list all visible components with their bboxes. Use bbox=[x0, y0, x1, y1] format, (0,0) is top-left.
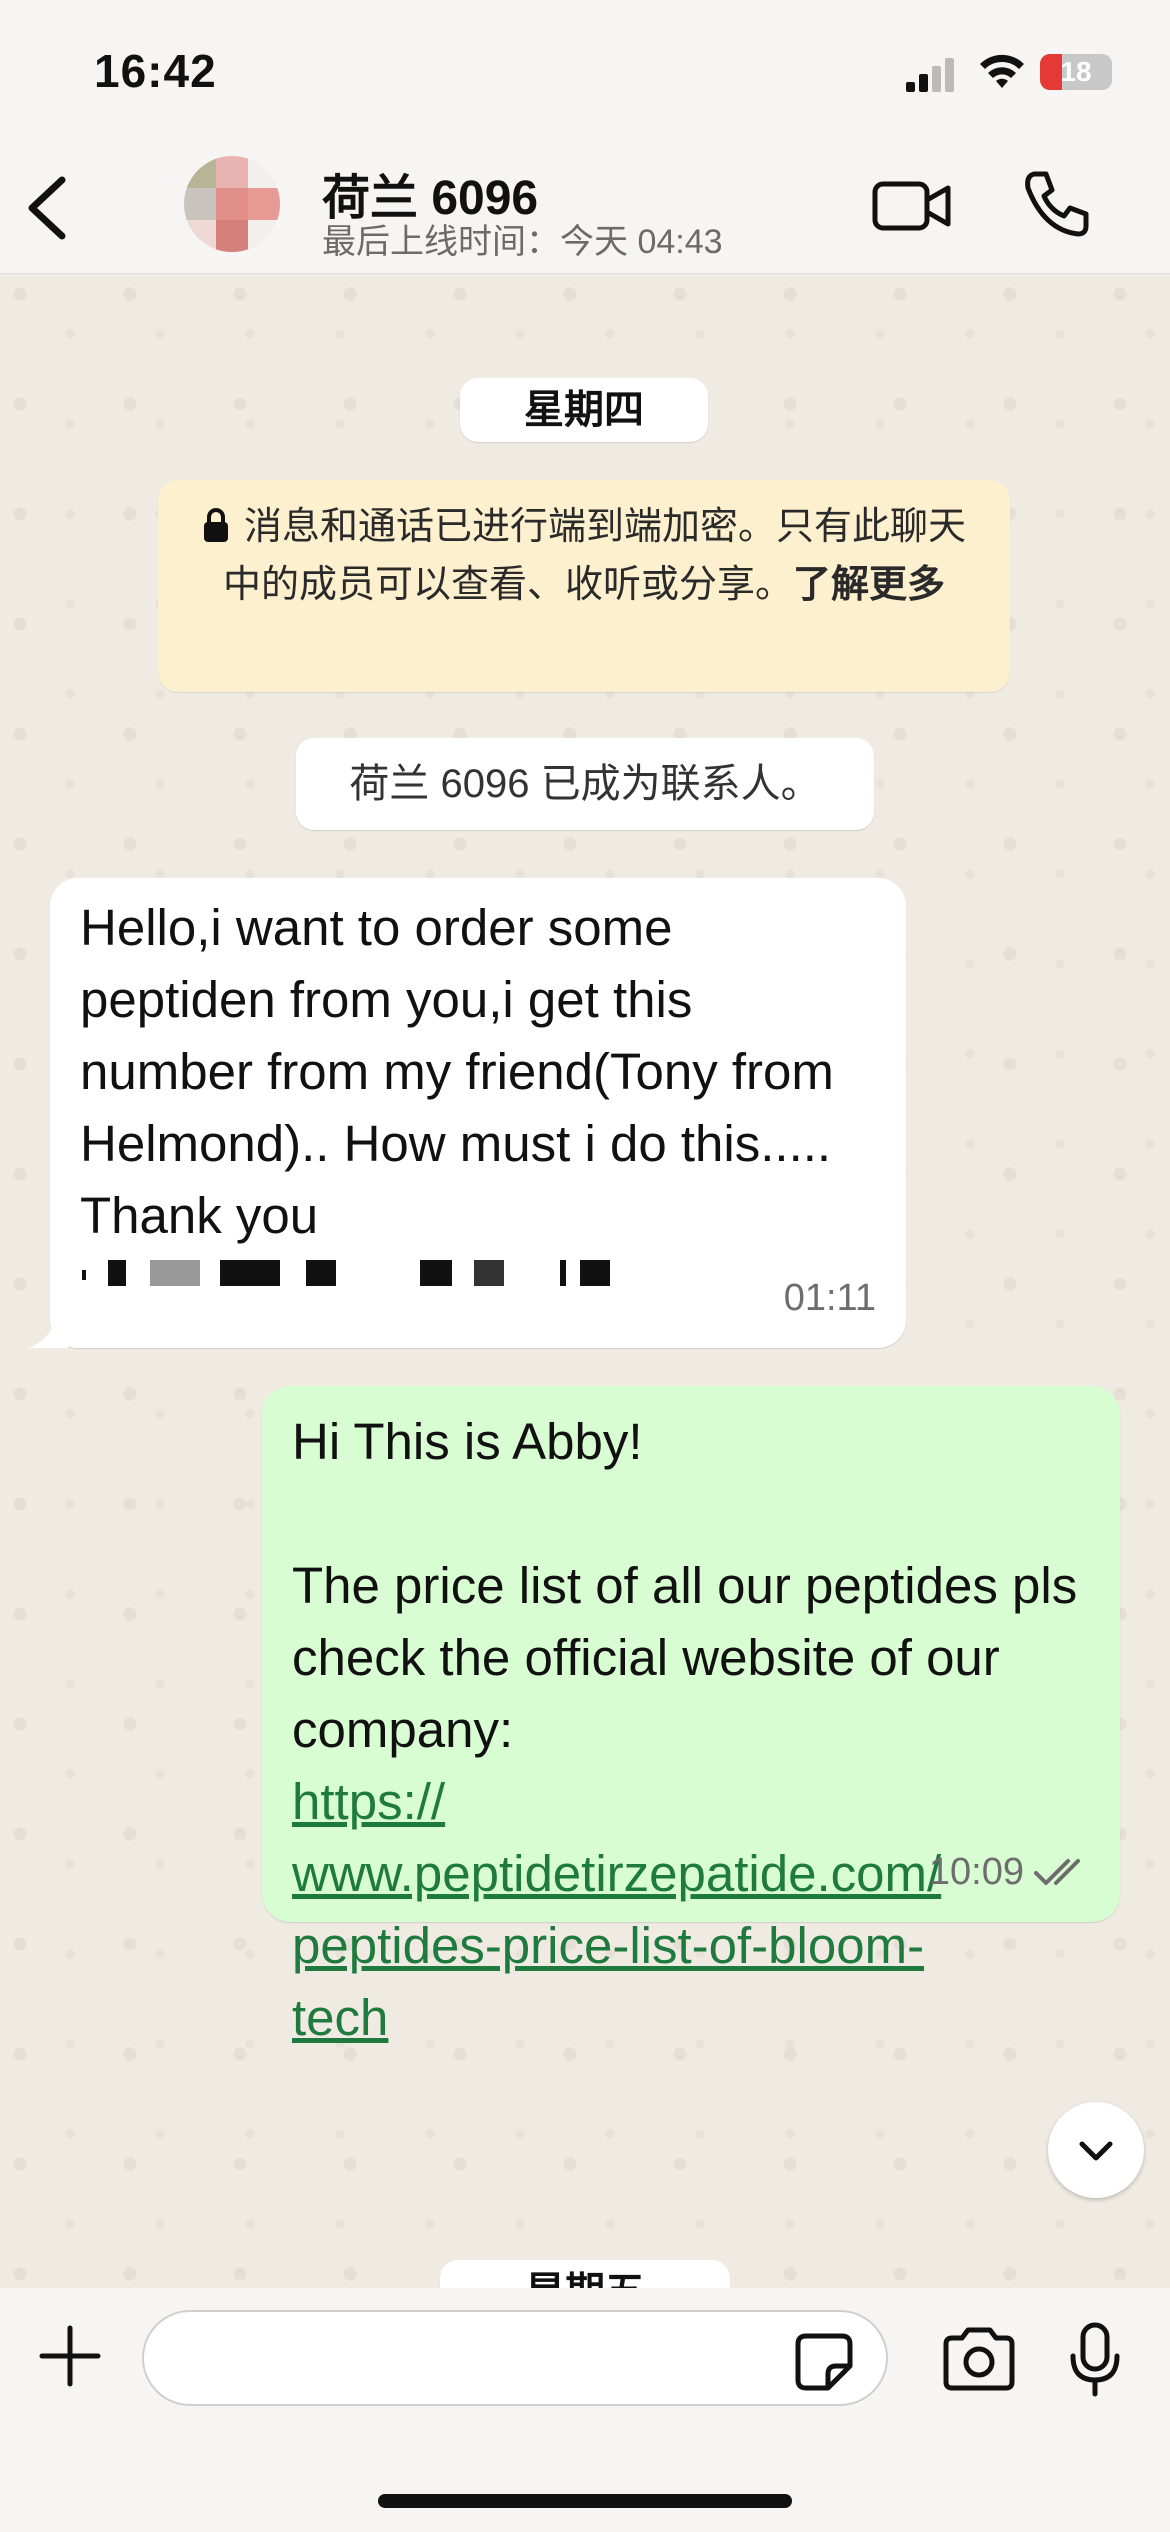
encryption-notice[interactable]: 消息和通话已进行端到端加密。只有此聊天中的成员可以查看、收听或分享。了解更多 bbox=[158, 480, 1010, 692]
message-text: Hello,i want to order some peptiden from… bbox=[80, 899, 849, 1244]
chevron-down-icon bbox=[1079, 2141, 1113, 2161]
wifi-icon bbox=[980, 54, 1024, 88]
microphone-icon[interactable] bbox=[1068, 2322, 1122, 2398]
status-time: 16:42 bbox=[94, 45, 217, 97]
learn-more-link[interactable]: 了解更多 bbox=[793, 564, 945, 606]
redacted-text bbox=[80, 1256, 876, 1296]
message-text: Hi This is Abby! The price list of all o… bbox=[292, 1413, 1078, 1758]
bubble-tail bbox=[28, 1318, 68, 1348]
sticker-icon[interactable] bbox=[794, 2332, 854, 2392]
chat-header: 荷兰 6096 最后上线时间：今天 04:43 bbox=[0, 140, 1170, 274]
home-indicator[interactable] bbox=[378, 2494, 792, 2508]
message-input[interactable] bbox=[142, 2310, 888, 2406]
date-separator: 星期五 bbox=[440, 2260, 730, 2288]
camera-icon[interactable] bbox=[940, 2326, 1018, 2392]
input-bar bbox=[0, 2288, 1170, 2532]
signal-icon bbox=[906, 58, 954, 92]
website-link[interactable]: https:// www.peptidetirzepatide.com/ pep… bbox=[292, 1766, 1090, 2054]
battery-level-text: 18 bbox=[1060, 56, 1092, 87]
date-separator: 星期四 bbox=[460, 378, 708, 442]
avatar[interactable] bbox=[184, 156, 280, 252]
message-meta: 10:09 bbox=[929, 1836, 1090, 1908]
status-bar: 16:42 18 bbox=[0, 0, 1170, 140]
read-receipt-icon bbox=[1034, 1859, 1080, 1885]
video-call-icon[interactable] bbox=[872, 176, 952, 236]
battery-icon: 18 bbox=[1040, 54, 1112, 90]
scroll-to-bottom-button[interactable] bbox=[1048, 2102, 1144, 2198]
phone-call-icon[interactable] bbox=[1020, 168, 1090, 240]
system-message: 荷兰 6096 已成为联系人。 bbox=[296, 738, 874, 830]
chat-area[interactable]: 星期四 消息和通话已进行端到端加密。只有此聊天中的成员可以查看、收听或分享。了解… bbox=[0, 274, 1170, 2288]
outgoing-message[interactable]: Hi This is Abby! The price list of all o… bbox=[262, 1386, 1120, 2046]
message-time: 01:11 bbox=[783, 1277, 876, 1319]
lock-icon bbox=[203, 508, 228, 542]
last-seen-status: 最后上线时间：今天 04:43 bbox=[322, 223, 723, 261]
back-icon[interactable] bbox=[18, 166, 78, 250]
message-time: 10:09 bbox=[928, 1851, 1024, 1893]
incoming-message[interactable]: Hello,i want to order some peptiden from… bbox=[28, 878, 906, 1348]
plus-icon[interactable] bbox=[38, 2324, 102, 2388]
